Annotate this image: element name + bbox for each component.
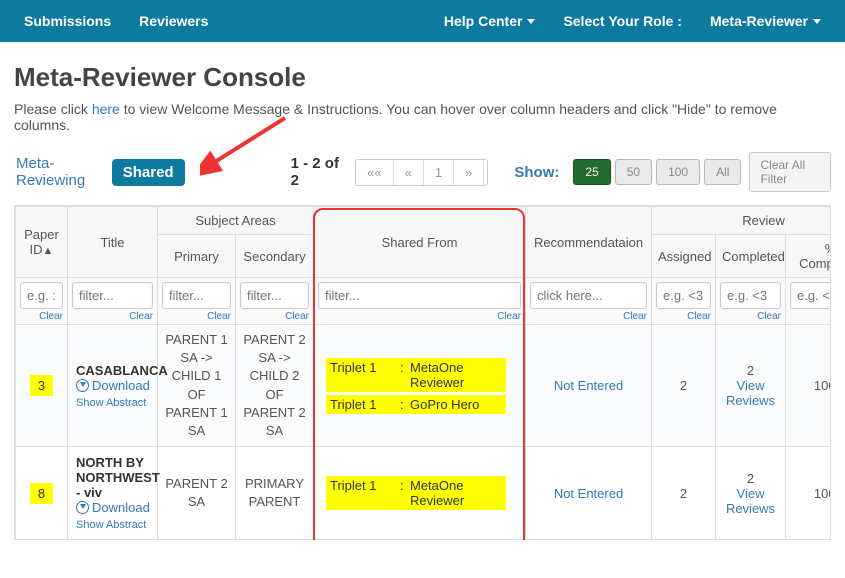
primary-sa: PARENT 1 SA -> CHILD 1 OF PARENT 1 SA [158,325,236,447]
data-grid: Paper ID▲ Title Subject Areas Shared Fro… [15,206,831,540]
completed-count: 2 [722,363,779,378]
tabs-row: Meta-Reviewing Shared 1 - 2 of 2 «« « 1 … [14,151,831,193]
recommendation-link[interactable]: Not Entered [554,378,623,393]
col-recommendation[interactable]: Recommendataion [526,207,652,278]
shared-from-cell: Triplet 1:MetaOne Reviewer [314,447,526,540]
view-reviews-link[interactable]: View Reviews [722,486,779,516]
nav-help-center[interactable]: Help Center [432,3,548,39]
size-all[interactable]: All [704,159,741,185]
page-title: Meta-Reviewer Console [14,62,831,93]
role-value: Meta-Reviewer [710,13,808,29]
tab-meta-reviewing[interactable]: Meta-Reviewing [14,151,104,193]
table-row: 8 NORTH BY NORTHWEST - viv Download Show… [16,447,832,540]
paper-id: 8 [30,483,53,504]
role-selector[interactable]: Meta-Reviewer [698,3,833,39]
clear-title[interactable]: Clear [72,311,153,322]
col-primary[interactable]: Primary [158,235,236,278]
download-icon [76,501,89,514]
paper-title: NORTH BY NORTHWEST - viv [76,455,149,500]
col-paper-id[interactable]: Paper ID▲ [16,207,68,278]
col-title[interactable]: Title [68,207,158,278]
size-100[interactable]: 100 [656,159,700,185]
col-completed[interactable]: Completed [716,235,786,278]
recommendation-link[interactable]: Not Entered [554,486,623,501]
completed-count: 2 [722,471,779,486]
clear-all-filters-button[interactable]: Clear All Filter [749,152,831,192]
view-reviews-link[interactable]: View Reviews [722,378,779,408]
show-abstract-link[interactable]: Show Abstract [76,519,149,531]
intro-text: Please click here to view Welcome Messag… [14,101,831,133]
download-link[interactable]: Download [76,378,150,393]
filter-primary[interactable] [162,282,231,309]
col-assigned[interactable]: Assigned [652,235,716,278]
sort-asc-icon: ▲ [43,245,54,257]
size-50[interactable]: 50 [615,159,652,185]
clear-completed[interactable]: Clear [720,311,781,322]
intro-here-link[interactable]: here [92,101,120,117]
tab-shared[interactable]: Shared [112,159,185,186]
col-secondary[interactable]: Secondary [236,235,314,278]
download-icon [76,379,89,392]
pct-completed: 100% [786,447,832,540]
filter-completed[interactable] [720,282,781,309]
clear-shared-from[interactable]: Clear [318,311,521,322]
show-label: Show: [514,164,559,181]
clear-assigned[interactable]: Clear [656,311,711,322]
filter-title[interactable] [72,282,153,309]
filter-recommendation[interactable] [530,282,647,309]
paper-title: CASABLANCA [76,363,149,378]
navbar: Submissions Reviewers Help Center Select… [0,0,845,42]
clear-recommendation[interactable]: Clear [530,311,647,322]
pager-page-1[interactable]: 1 [424,160,454,185]
size-25[interactable]: 25 [573,159,610,185]
filter-shared-from[interactable] [318,282,521,309]
role-label: Select Your Role : [551,3,694,39]
pager: «« « 1 » »» [355,159,488,186]
col-review[interactable]: Review [652,207,832,235]
nav-reviewers[interactable]: Reviewers [127,3,220,39]
shared-from-cell: Triplet 1:MetaOne Reviewer Triplet 1:GoP… [314,325,526,447]
pager-first[interactable]: «« [356,160,393,185]
clear-primary[interactable]: Clear [162,311,231,322]
filter-paper-id[interactable] [20,282,63,309]
filter-secondary[interactable] [240,282,309,309]
show-abstract-link[interactable]: Show Abstract [76,397,149,409]
caret-icon [813,19,821,24]
col-pct-completed[interactable]: % Completed [786,235,832,278]
assigned-count: 2 [652,447,716,540]
intro-post: to view Welcome Message & Instructions. … [14,101,777,133]
download-link[interactable]: Download [76,500,150,515]
pct-completed: 100% [786,325,832,447]
nav-submissions[interactable]: Submissions [12,3,123,39]
nav-help-label: Help Center [444,13,523,29]
assigned-count: 2 [652,325,716,447]
range-label: 1 - 2 of 2 [291,155,340,189]
col-shared-from[interactable]: Shared From [314,207,526,278]
primary-sa: PARENT 2 SA [158,447,236,540]
caret-icon [527,19,535,24]
filter-pct[interactable] [790,282,831,309]
pager-next[interactable]: » [454,160,484,185]
grid-wrap: Paper ID▲ Title Subject Areas Shared Fro… [14,205,831,540]
clear-secondary[interactable]: Clear [240,311,309,322]
pager-last[interactable]: »» [484,160,488,185]
filter-assigned[interactable] [656,282,711,309]
table-row: 3 CASABLANCA Download Show Abstract PARE… [16,325,832,447]
secondary-sa: PRIMARY PARENT [236,447,314,540]
col-subject-areas[interactable]: Subject Areas [158,207,314,235]
pager-prev[interactable]: « [394,160,424,185]
secondary-sa: PARENT 2 SA -> CHILD 2 OF PARENT 2 SA [236,325,314,447]
clear-pct[interactable]: Clear [790,311,831,322]
intro-pre: Please click [14,101,92,117]
paper-id: 3 [30,375,53,396]
clear-paper-id[interactable]: Clear [20,311,63,322]
